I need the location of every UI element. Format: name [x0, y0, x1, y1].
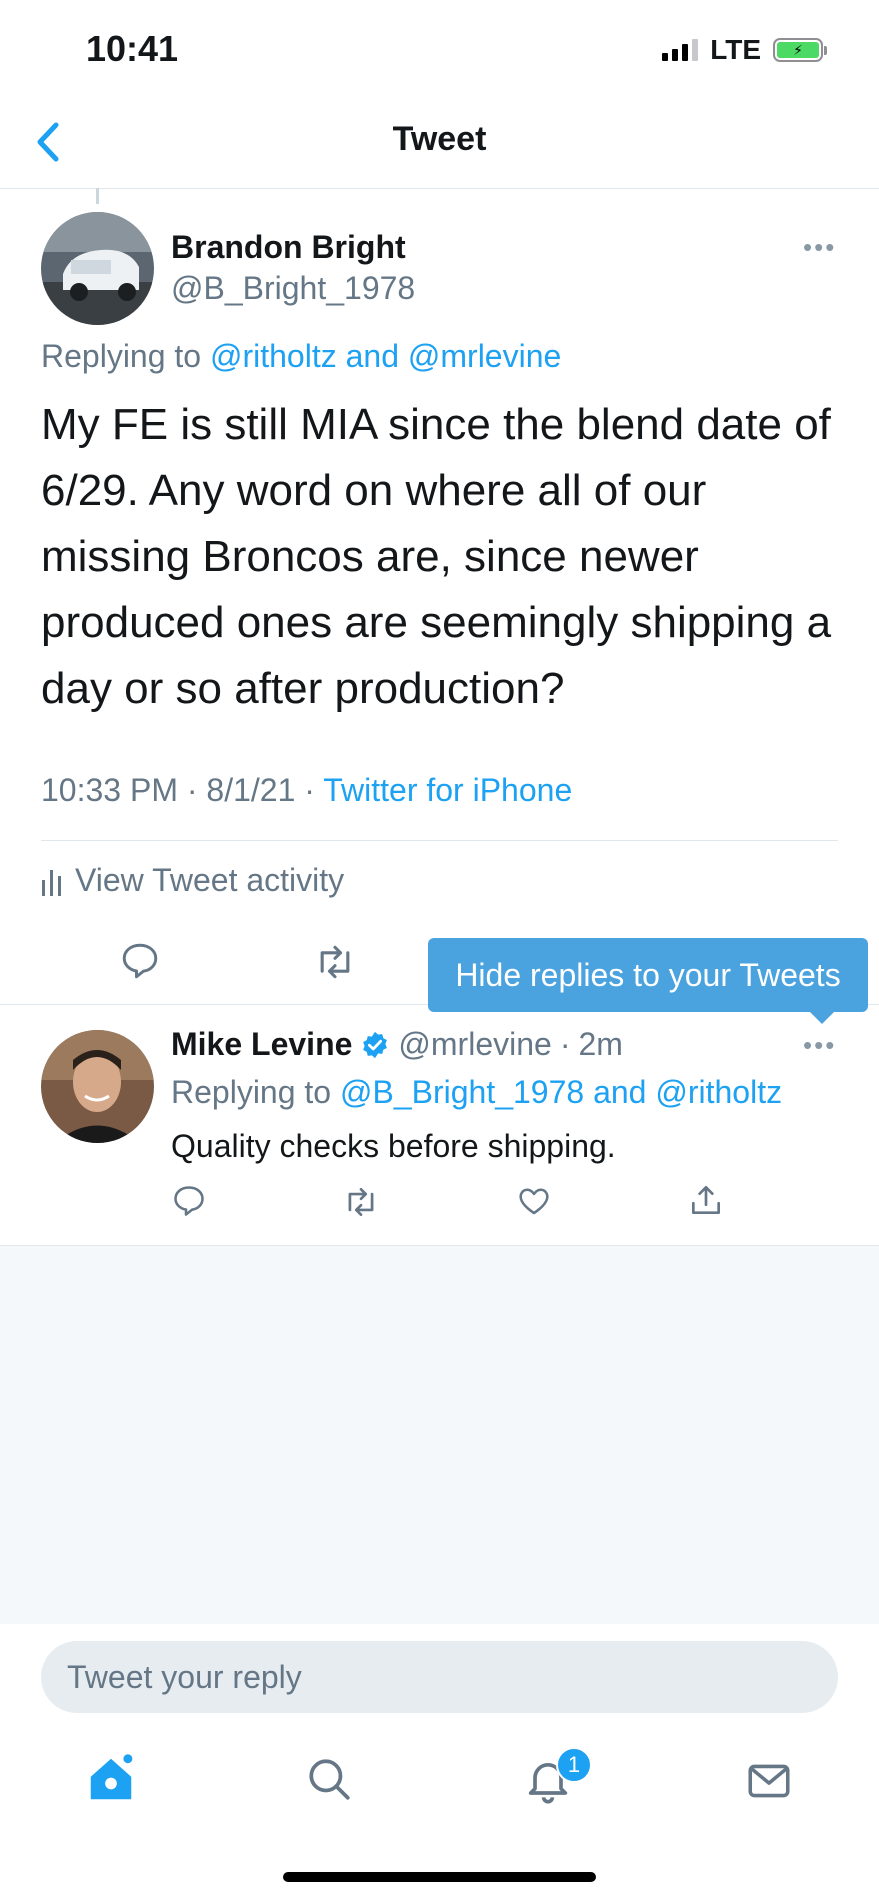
messages-icon[interactable]: [744, 1756, 794, 1806]
tweet-date: 8/1/21: [206, 772, 296, 808]
reply-author-name[interactable]: Mike Levine: [171, 1026, 352, 1063]
verified-badge-icon: [363, 1031, 388, 1058]
share-icon[interactable]: [687, 1181, 725, 1219]
retweet-icon[interactable]: [342, 1183, 380, 1221]
view-activity-label: View Tweet activity: [75, 862, 345, 898]
home-icon[interactable]: [84, 1752, 138, 1806]
status-indicators: LTE ⚡: [662, 34, 827, 66]
divider: [41, 840, 838, 841]
author-avatar[interactable]: [41, 212, 154, 325]
reply-icon[interactable]: [171, 1183, 207, 1219]
reply-more-options-icon[interactable]: •••: [803, 1030, 836, 1061]
tweet-time: 10:33 PM: [41, 772, 178, 808]
author-handle[interactable]: @B_Bright_1978: [171, 270, 415, 307]
separator-dot: ·: [186, 772, 207, 808]
author-name[interactable]: Brandon Bright: [171, 229, 406, 266]
hide-replies-tooltip[interactable]: Hide replies to your Tweets: [428, 938, 868, 1012]
reply-icon[interactable]: [119, 940, 161, 982]
view-activity-link[interactable]: View Tweet activity: [41, 862, 344, 899]
tweet-source[interactable]: Twitter for iPhone: [323, 772, 572, 808]
separator-dot: ·: [304, 772, 324, 808]
reply-compose-input[interactable]: Tweet your reply: [41, 1641, 838, 1713]
network-type: LTE: [710, 34, 761, 65]
tooltip-arrow: [808, 1010, 836, 1024]
notification-badge: 1: [556, 1747, 592, 1783]
activity-chart-icon: [42, 869, 61, 896]
signal-icon: [662, 39, 699, 61]
tweet-meta: 10:33 PM · 8/1/21 · Twitter for iPhone: [41, 772, 572, 809]
tweet-text: My FE is still MIA since the blend date …: [41, 400, 832, 713]
reply-author-avatar[interactable]: [41, 1030, 154, 1143]
reply-age: 2m: [578, 1026, 623, 1062]
reply-header: Mike Levine @mrlevine · 2m: [171, 1026, 623, 1063]
empty-area: [0, 1245, 879, 1624]
replying-prefix: Replying to: [41, 338, 202, 374]
home-indicator: [283, 1872, 596, 1882]
replying-to: Replying to @ritholtz and @mrlevine: [41, 338, 561, 375]
status-time: 10:41: [86, 28, 179, 69]
retweet-icon[interactable]: [313, 940, 357, 984]
page-title: Tweet: [392, 120, 487, 158]
like-icon[interactable]: [516, 1183, 552, 1219]
separator-dot: ·: [559, 1026, 571, 1062]
search-icon[interactable]: [304, 1754, 354, 1804]
replying-to-users[interactable]: @ritholtz and @mrlevine: [210, 338, 561, 374]
reply-author-handle[interactable]: @mrlevine: [398, 1026, 551, 1063]
battery-icon: ⚡: [773, 38, 827, 62]
reply-text: Quality checks before shipping.: [171, 1128, 616, 1164]
more-options-icon[interactable]: •••: [803, 232, 836, 263]
reply-replying-to: Replying to @B_Bright_1978 and @ritholtz: [171, 1074, 782, 1111]
reply-replying-to-users[interactable]: @B_Bright_1978 and @ritholtz: [340, 1074, 782, 1110]
reply-replying-prefix: Replying to: [171, 1074, 332, 1110]
thread-line: [96, 188, 99, 204]
